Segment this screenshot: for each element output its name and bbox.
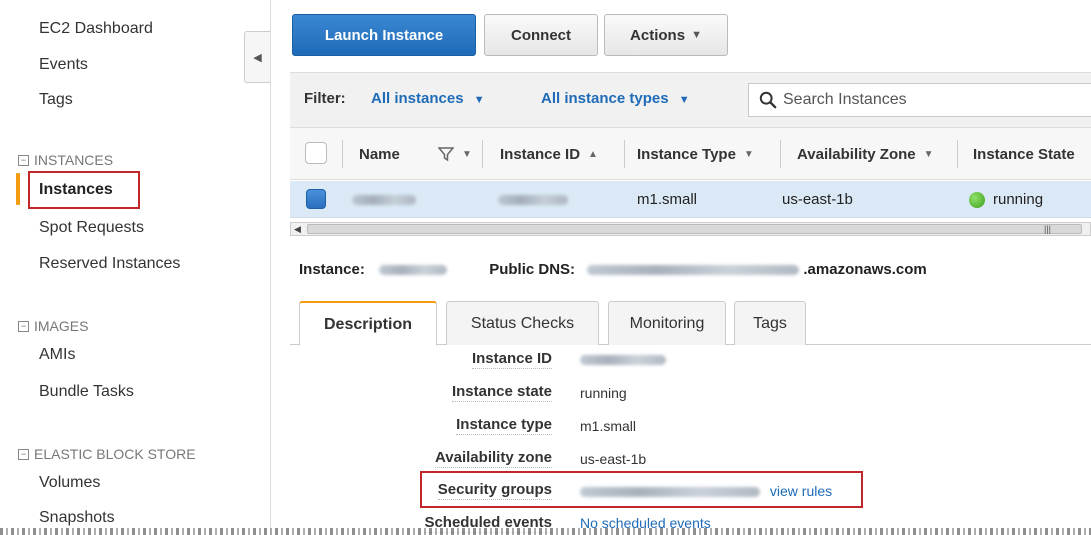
instance-types-filter-label: All instance types: [541, 90, 669, 107]
redacted-instance-id: [580, 355, 666, 365]
redacted-instance-id: [498, 194, 568, 205]
chevron-down-icon: ▼: [678, 94, 690, 106]
status-running-icon: [969, 191, 985, 208]
tab-tags[interactable]: Tags: [734, 301, 806, 345]
collapse-sidebar-button[interactable]: ◀: [244, 31, 270, 83]
cell-instance-id: [498, 181, 568, 218]
search-box[interactable]: [748, 83, 1091, 117]
sidebar-item-snapshots[interactable]: Snapshots: [39, 509, 115, 527]
grip-icon: |||: [1043, 224, 1051, 234]
sidebar-item-reserved-instances[interactable]: Reserved Instances: [39, 255, 180, 273]
tab-status-checks[interactable]: Status Checks: [446, 301, 599, 345]
tab-monitoring[interactable]: Monitoring: [608, 301, 726, 345]
chevron-left-icon: ◀: [253, 51, 262, 64]
column-separator: [482, 140, 483, 168]
detail-label-instance-type: Instance type: [456, 416, 552, 435]
actions-button[interactable]: Actions ▼: [604, 14, 728, 56]
redacted-name: [352, 194, 416, 205]
chevron-down-icon: ▼: [462, 148, 472, 160]
column-header-availability-zone[interactable]: Availability Zone ▼: [797, 128, 934, 180]
column-label: Instance Type: [637, 145, 736, 163]
sidebar-item-tags[interactable]: Tags: [39, 91, 73, 109]
collapse-icon[interactable]: −: [18, 154, 29, 166]
column-label: Instance State: [973, 145, 1075, 163]
filter-bar: Filter: All instances ▼ All instance typ…: [290, 72, 1091, 128]
instances-filter-label: All instances: [371, 90, 464, 107]
sidebar-item-bundle-tasks[interactable]: Bundle Tasks: [39, 383, 134, 401]
state-label: running: [993, 191, 1044, 208]
column-separator: [624, 140, 625, 168]
chevron-down-icon: ▼: [923, 148, 934, 160]
sidebar-section-title: INSTANCES: [34, 152, 114, 168]
sidebar-item-volumes[interactable]: Volumes: [39, 474, 100, 492]
highlight-box-security-groups: [420, 471, 863, 508]
scroll-left-icon[interactable]: ◀: [294, 223, 301, 235]
actions-label: Actions: [630, 26, 686, 44]
sidebar-section-instances[interactable]: − INSTANCES: [18, 152, 113, 168]
select-all-checkbox[interactable]: [305, 142, 327, 164]
sidebar-item-events[interactable]: Events: [39, 56, 88, 74]
sidebar-section-images[interactable]: − IMAGES: [18, 318, 88, 334]
detail-value-instance-state: running: [580, 385, 627, 401]
cell-instance-type: m1.small: [637, 191, 698, 208]
column-header-instance-state[interactable]: Instance State: [973, 128, 1075, 180]
divider: [270, 0, 271, 535]
search-input[interactable]: [783, 91, 1083, 109]
horizontal-scrollbar[interactable]: ◀ |||: [290, 222, 1091, 236]
cell-name: [352, 181, 416, 218]
active-indicator: [16, 173, 20, 205]
column-label: Availability Zone: [797, 145, 916, 163]
connect-button[interactable]: Connect: [484, 14, 598, 56]
chevron-down-icon: ▼: [743, 148, 754, 160]
public-dns-label: Public DNS:: [489, 261, 576, 278]
instance-label: Instance:: [299, 261, 365, 278]
instances-filter-dropdown[interactable]: All instances ▼: [371, 90, 485, 107]
sidebar-section-ebs[interactable]: − ELASTIC BLOCK STORE: [18, 446, 196, 462]
column-separator: [957, 140, 958, 168]
collapse-icon[interactable]: −: [18, 448, 29, 460]
redacted-dns: [587, 265, 800, 276]
cell-availability-zone: us-east-1b: [782, 191, 853, 208]
sidebar-section-title: IMAGES: [34, 318, 89, 334]
torn-edge: [0, 528, 1091, 535]
detail-value-instance-type: m1.small: [580, 418, 637, 434]
instance-types-filter-dropdown[interactable]: All instance types ▼: [541, 90, 690, 107]
tab-description[interactable]: Description: [299, 301, 437, 346]
filter-funnel-icon: [438, 147, 454, 162]
public-dns-suffix: .amazonaws.com: [803, 261, 927, 278]
highlight-box-instances: [28, 171, 140, 209]
instance-summary: Instance: Public DNS: .amazonaws.com: [299, 261, 927, 278]
filter-label: Filter:: [304, 90, 346, 107]
detail-label-instance-id: Instance ID: [471, 350, 552, 369]
sidebar: EC2 Dashboard Events Tags − INSTANCES In…: [0, 0, 240, 535]
sort-ascending-icon: ▲: [588, 148, 598, 160]
column-header-name[interactable]: Name: [359, 128, 400, 180]
detail-value-availability-zone: us-east-1b: [580, 451, 647, 467]
chevron-down-icon: ▼: [691, 29, 702, 41]
redacted-instance-id: [379, 265, 448, 276]
detail-label-availability-zone: Availability zone: [435, 449, 552, 468]
row-checkbox[interactable]: [306, 189, 326, 209]
sidebar-item-amis[interactable]: AMIs: [39, 346, 75, 364]
name-filter-control[interactable]: ▼: [438, 128, 472, 180]
column-separator: [780, 140, 781, 168]
table-header: Name ▼ Instance ID ▲ Instance Type ▼ Ava…: [290, 128, 1091, 180]
column-separator: [342, 140, 343, 168]
sidebar-item-spot-requests[interactable]: Spot Requests: [39, 219, 144, 237]
column-label: Instance ID: [500, 145, 581, 163]
sidebar-item-ec2-dashboard[interactable]: EC2 Dashboard: [39, 20, 153, 38]
sidebar-section-title: ELASTIC BLOCK STORE: [34, 446, 196, 462]
detail-value-instance-id: [580, 352, 666, 368]
chevron-down-icon: ▼: [473, 94, 485, 106]
table-row[interactable]: m1.small us-east-1b running: [290, 181, 1091, 218]
launch-instance-button[interactable]: Launch Instance: [292, 14, 476, 56]
column-label: Name: [359, 145, 400, 163]
column-header-instance-id[interactable]: Instance ID ▲: [500, 128, 598, 180]
cell-instance-state: running: [969, 181, 1043, 218]
scrollbar-thumb[interactable]: |||: [307, 224, 1082, 234]
column-header-instance-type[interactable]: Instance Type ▼: [637, 128, 754, 180]
search-icon: [759, 91, 777, 109]
collapse-icon[interactable]: −: [18, 320, 29, 332]
detail-label-instance-state: Instance state: [451, 383, 552, 402]
